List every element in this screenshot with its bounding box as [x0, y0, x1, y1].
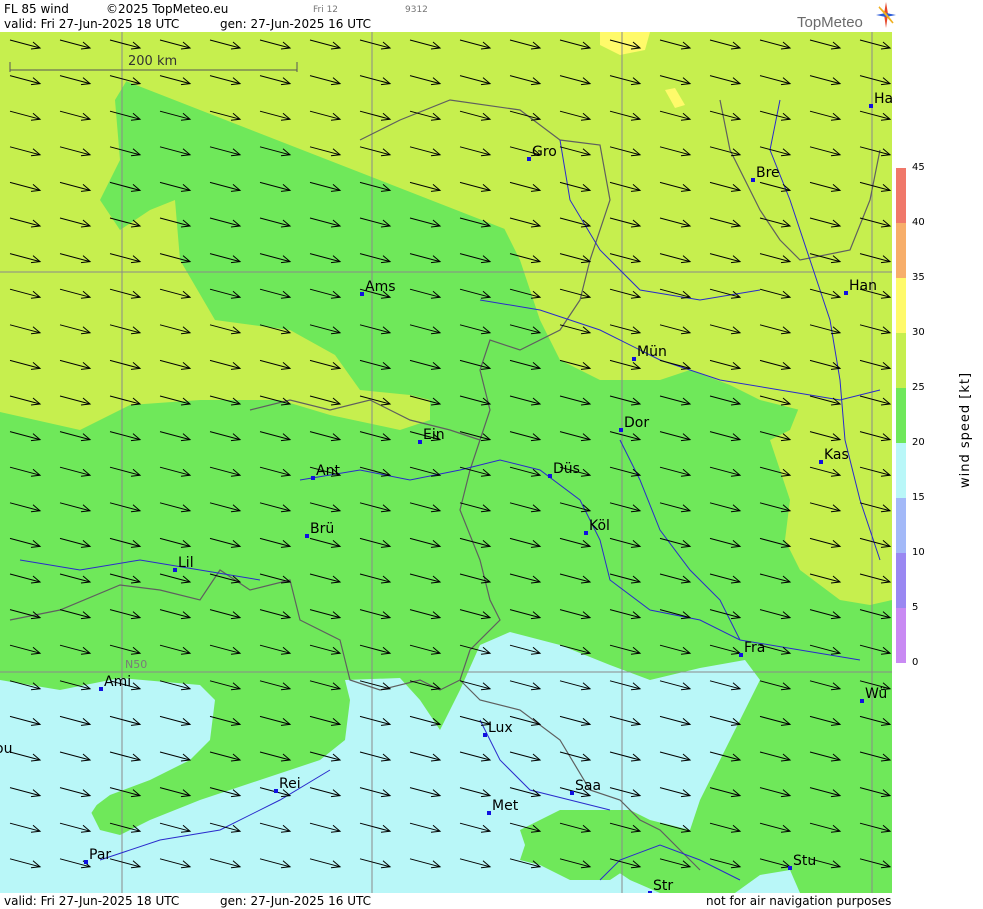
city-marker [418, 440, 422, 444]
city-marker [274, 789, 278, 793]
city-marker [99, 687, 103, 691]
small-day-label: Fri 12 [313, 5, 339, 15]
city-marker [527, 157, 531, 161]
city-marker [360, 292, 364, 296]
colorbar-tick-label: 40 [912, 217, 925, 228]
city-marker [869, 104, 873, 108]
city-label: Ams [365, 279, 396, 295]
city-label: Met [492, 798, 519, 814]
city-label: ou [0, 741, 12, 757]
city-label: Dor [624, 415, 649, 431]
city-marker [483, 733, 487, 737]
map-header: FL 85 wind ©2025 TopMeteo.eu Fri 12 9312… [0, 0, 892, 32]
city-label: Düs [553, 461, 580, 477]
compass-icon [876, 2, 896, 28]
colorbar-segment-25-30 [896, 333, 906, 388]
city-marker [632, 357, 636, 361]
city-marker [819, 460, 823, 464]
colorbar-tick-label: 5 [912, 602, 919, 613]
wind-map: N50 200 km Ha Gro Bre Ams Han Mün Ein Dor Kas Ant… [0, 32, 892, 893]
city-label: Par [89, 847, 111, 863]
city-marker [84, 860, 88, 864]
colorbar-tick-label: 0 [912, 657, 919, 668]
footer-valid-time: valid: Fri 27-Jun-2025 18 UTC [4, 894, 180, 908]
product-title: FL 85 wind [4, 2, 69, 16]
city-label: Lux [488, 720, 513, 736]
city-label: Ein [423, 427, 445, 443]
colorbar-segment-15-20 [896, 443, 906, 498]
colorbar-tick-label: 10 [912, 547, 925, 558]
city-label: Köl [589, 518, 610, 534]
city-marker [619, 428, 623, 432]
city-label: Ami [104, 674, 131, 690]
generated-time: gen: 27-Jun-2025 16 UTC [220, 17, 372, 31]
city-marker [844, 291, 848, 295]
valid-time: valid: Fri 27-Jun-2025 18 UTC [4, 17, 180, 31]
city-marker [860, 699, 864, 703]
colorbar-segment-0-5 [896, 608, 906, 663]
city-marker [739, 653, 743, 657]
copyright-text: ©2025 TopMeteo.eu [106, 2, 229, 16]
city-label: Mün [637, 344, 667, 360]
logo-text: TopMeteo [797, 14, 863, 31]
city-label: Fra [744, 640, 765, 656]
city-label: Wü [865, 686, 887, 702]
city-label: Brü [310, 521, 334, 537]
colorbar-segment-20-25 [896, 388, 906, 443]
city-label: Lil [178, 555, 194, 571]
city-marker [173, 568, 177, 572]
city-marker [788, 866, 792, 870]
city-marker [751, 178, 755, 182]
legend-panel: TopMeteo 45 40 35 30 25 20 15 10 5 0 wind speed [… [797, 0, 983, 909]
city-marker [548, 474, 552, 478]
disclaimer-text: not for air navigation purposes [706, 894, 892, 908]
footer-generated-time: gen: 27-Jun-2025 16 UTC [220, 894, 372, 908]
city-marker [584, 531, 588, 535]
city-marker [311, 476, 315, 480]
city-label: Rei [279, 776, 301, 792]
city-label: Bre [756, 165, 780, 181]
topmeteo-logo: TopMeteo [797, 12, 863, 31]
colorbar-tick-label: 35 [912, 272, 925, 283]
city-marker [487, 811, 491, 815]
colorbar-title: wind speed [kt] [958, 371, 973, 488]
colorbar-tick-label: 15 [912, 492, 925, 503]
city-label: Stu [793, 853, 816, 869]
colorbar-segment-35-40 [896, 223, 906, 278]
city-label: Saa [575, 778, 601, 794]
colorbar-tick-label: 30 [912, 327, 925, 338]
colorbar-tick-label: 25 [912, 382, 925, 393]
city-label: Gro [532, 144, 557, 160]
colorbar-segment-10-15 [896, 498, 906, 553]
city-label: Ant [316, 463, 340, 479]
colorbar-segment-5-10 [896, 553, 906, 608]
city-label: Han [849, 278, 877, 294]
city-label: Ha [874, 91, 892, 107]
colorbar [896, 168, 906, 663]
colorbar-segment-40-45 [896, 168, 906, 223]
city-label: Kas [824, 447, 849, 463]
colorbar-tick-label: 20 [912, 437, 925, 448]
scale-bar-label: 200 km [128, 54, 177, 69]
graticule-label: N50 [125, 658, 147, 671]
city-marker [570, 791, 574, 795]
colorbar-segment-30-35 [896, 278, 906, 333]
city-marker [305, 534, 309, 538]
colorbar-tick-label: 45 [912, 162, 925, 173]
city-label: Str [653, 878, 673, 893]
map-footer: valid: Fri 27-Jun-2025 18 UTC gen: 27-Ju… [0, 893, 892, 909]
small-code-label: 9312 [405, 5, 428, 15]
